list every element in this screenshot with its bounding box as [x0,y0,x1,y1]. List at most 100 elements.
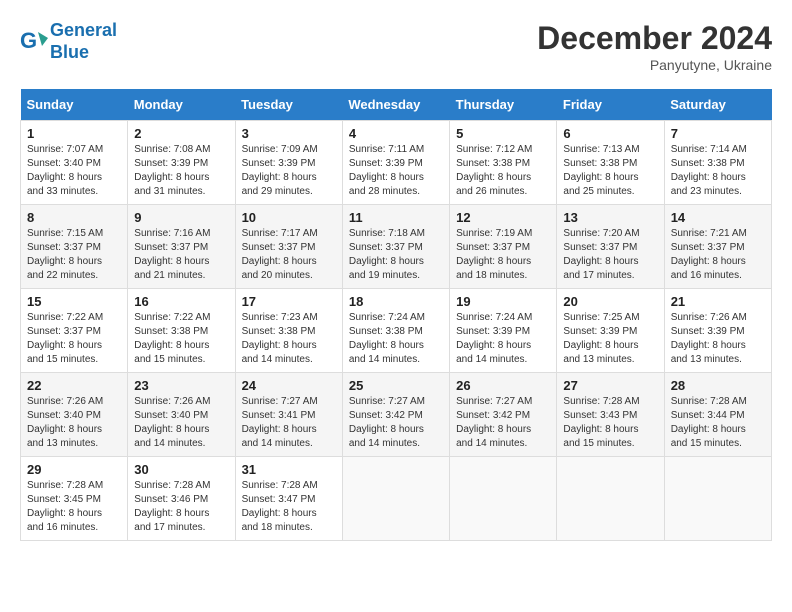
calendar-cell: 23Sunrise: 7:26 AMSunset: 3:40 PMDayligh… [128,373,235,457]
day-number: 27 [563,378,657,393]
day-info: Sunrise: 7:16 AMSunset: 3:37 PMDaylight:… [134,227,228,283]
day-number: 26 [456,378,550,393]
col-header-wednesday: Wednesday [342,89,449,121]
calendar-body: 1 Sunrise: 7:07 AMSunset: 3:40 PMDaylight… [21,121,772,541]
day-info: Sunrise: 7:12 AMSunset: 3:38 PMDaylight:… [456,143,550,199]
calendar-cell: 2Sunrise: 7:08 AMSunset: 3:39 PMDaylight… [128,121,235,205]
day-info: Sunrise: 7:28 AMSunset: 3:47 PMDaylight:… [242,479,336,535]
day-number: 16 [134,294,228,309]
calendar-cell: 1 Sunrise: 7:07 AMSunset: 3:40 PMDaylight… [21,121,128,205]
day-info: Sunrise: 7:18 AMSunset: 3:37 PMDaylight:… [349,227,443,283]
calendar-cell [342,457,449,541]
calendar-cell: 7 Sunrise: 7:14 AMSunset: 3:38 PMDaylight… [664,121,771,205]
calendar-cell: 17Sunrise: 7:23 AMSunset: 3:38 PMDayligh… [235,289,342,373]
calendar-cell: 18Sunrise: 7:24 AMSunset: 3:38 PMDayligh… [342,289,449,373]
calendar-cell: 20 Sunrise: 7:25 AMSunset: 3:39 PMDayligh… [557,289,664,373]
col-header-friday: Friday [557,89,664,121]
title-area: December 2024 Panyutyne, Ukraine [537,20,772,73]
day-info: Sunrise: 7:22 AMSunset: 3:38 PMDaylight:… [134,311,228,367]
day-number: 4 [349,126,443,141]
day-info: Sunrise: 7:19 AMSunset: 3:37 PMDaylight:… [456,227,550,283]
calendar-cell: 11Sunrise: 7:18 AMSunset: 3:37 PMDayligh… [342,205,449,289]
day-number: 14 [671,210,765,225]
day-info: Sunrise: 7:17 AMSunset: 3:37 PMDaylight:… [242,227,336,283]
day-info: Sunrise: 7:07 AMSunset: 3:40 PMDaylight:… [27,143,121,199]
page-header: G General Blue December 2024 Panyutyne, … [20,20,772,73]
calendar-cell: 9 Sunrise: 7:16 AMSunset: 3:37 PMDaylight… [128,205,235,289]
day-number: 15 [27,294,121,309]
day-number: 31 [242,462,336,477]
logo-icon: G [20,28,48,56]
week-row-4: 22Sunrise: 7:26 AMSunset: 3:40 PMDayligh… [21,373,772,457]
day-number: 13 [563,210,657,225]
day-number: 17 [242,294,336,309]
calendar-cell: 3 Sunrise: 7:09 AMSunset: 3:39 PMDaylight… [235,121,342,205]
calendar-cell: 5 Sunrise: 7:12 AMSunset: 3:38 PMDaylight… [450,121,557,205]
day-info: Sunrise: 7:08 AMSunset: 3:39 PMDaylight:… [134,143,228,199]
week-row-2: 8Sunrise: 7:15 AMSunset: 3:37 PMDaylight… [21,205,772,289]
calendar-cell: 27Sunrise: 7:28 AMSunset: 3:43 PMDayligh… [557,373,664,457]
calendar-cell: 10 Sunrise: 7:17 AMSunset: 3:37 PMDayligh… [235,205,342,289]
calendar-cell [557,457,664,541]
location: Panyutyne, Ukraine [537,57,772,73]
calendar-cell: 24 Sunrise: 7:27 AMSunset: 3:41 PMDayligh… [235,373,342,457]
day-info: Sunrise: 7:27 AMSunset: 3:42 PMDaylight:… [456,395,550,451]
day-info: Sunrise: 7:27 AMSunset: 3:41 PMDaylight:… [242,395,336,451]
calendar-cell [450,457,557,541]
day-info: Sunrise: 7:22 AMSunset: 3:37 PMDaylight:… [27,311,121,367]
day-number: 9 [134,210,228,225]
day-number: 5 [456,126,550,141]
calendar-cell: 6Sunrise: 7:13 AMSunset: 3:38 PMDaylight… [557,121,664,205]
calendar-cell: 31 Sunrise: 7:28 AMSunset: 3:47 PMDayligh… [235,457,342,541]
calendar-cell: 4 Sunrise: 7:11 AMSunset: 3:39 PMDaylight… [342,121,449,205]
col-header-monday: Monday [128,89,235,121]
calendar-cell: 19Sunrise: 7:24 AMSunset: 3:39 PMDayligh… [450,289,557,373]
day-number: 30 [134,462,228,477]
day-number: 6 [563,126,657,141]
day-info: Sunrise: 7:09 AMSunset: 3:39 PMDaylight:… [242,143,336,199]
day-number: 29 [27,462,121,477]
week-row-5: 29 Sunrise: 7:28 AMSunset: 3:45 PMDayligh… [21,457,772,541]
calendar-cell: 15 Sunrise: 7:22 AMSunset: 3:37 PMDayligh… [21,289,128,373]
day-number: 7 [671,126,765,141]
calendar-cell [664,457,771,541]
calendar-cell: 26 Sunrise: 7:27 AMSunset: 3:42 PMDayligh… [450,373,557,457]
col-header-thursday: Thursday [450,89,557,121]
day-info: Sunrise: 7:25 AMSunset: 3:39 PMDaylight:… [563,311,657,367]
calendar-cell: 8Sunrise: 7:15 AMSunset: 3:37 PMDaylight… [21,205,128,289]
day-info: Sunrise: 7:21 AMSunset: 3:37 PMDaylight:… [671,227,765,283]
day-info: Sunrise: 7:28 AMSunset: 3:46 PMDaylight:… [134,479,228,535]
calendar-cell: 29 Sunrise: 7:28 AMSunset: 3:45 PMDayligh… [21,457,128,541]
calendar-cell: 12 Sunrise: 7:19 AMSunset: 3:37 PMDayligh… [450,205,557,289]
calendar-cell: 13Sunrise: 7:20 AMSunset: 3:37 PMDayligh… [557,205,664,289]
day-info: Sunrise: 7:24 AMSunset: 3:38 PMDaylight:… [349,311,443,367]
calendar-cell: 22Sunrise: 7:26 AMSunset: 3:40 PMDayligh… [21,373,128,457]
day-info: Sunrise: 7:11 AMSunset: 3:39 PMDaylight:… [349,143,443,199]
day-info: Sunrise: 7:24 AMSunset: 3:39 PMDaylight:… [456,311,550,367]
calendar-cell: 28 Sunrise: 7:28 AMSunset: 3:44 PMDayligh… [664,373,771,457]
day-number: 3 [242,126,336,141]
day-number: 10 [242,210,336,225]
day-info: Sunrise: 7:15 AMSunset: 3:37 PMDaylight:… [27,227,121,283]
day-number: 21 [671,294,765,309]
calendar-cell: 16 Sunrise: 7:22 AMSunset: 3:38 PMDayligh… [128,289,235,373]
col-header-saturday: Saturday [664,89,771,121]
day-number: 12 [456,210,550,225]
day-number: 24 [242,378,336,393]
day-number: 28 [671,378,765,393]
day-number: 25 [349,378,443,393]
month-title: December 2024 [537,20,772,57]
day-info: Sunrise: 7:27 AMSunset: 3:42 PMDaylight:… [349,395,443,451]
day-number: 20 [563,294,657,309]
day-info: Sunrise: 7:28 AMSunset: 3:45 PMDaylight:… [27,479,121,535]
day-info: Sunrise: 7:26 AMSunset: 3:40 PMDaylight:… [134,395,228,451]
logo: G General Blue [20,20,117,63]
day-info: Sunrise: 7:28 AMSunset: 3:44 PMDaylight:… [671,395,765,451]
calendar-table: SundayMondayTuesdayWednesdayThursdayFrid… [20,89,772,541]
logo-text: General Blue [50,20,117,63]
col-header-tuesday: Tuesday [235,89,342,121]
day-info: Sunrise: 7:26 AMSunset: 3:40 PMDaylight:… [27,395,121,451]
week-row-1: 1 Sunrise: 7:07 AMSunset: 3:40 PMDaylight… [21,121,772,205]
day-info: Sunrise: 7:14 AMSunset: 3:38 PMDaylight:… [671,143,765,199]
day-number: 1 [27,126,121,141]
